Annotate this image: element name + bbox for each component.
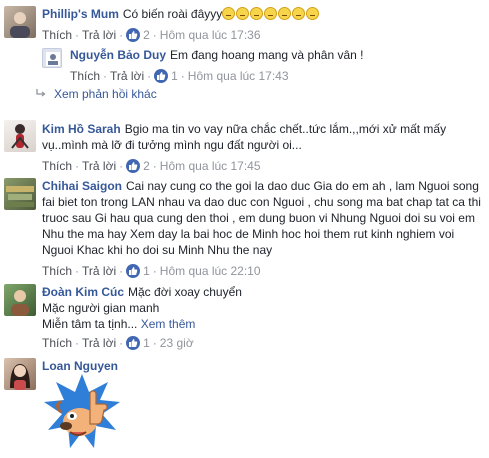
avatar-photo-icon (6, 186, 34, 207)
reply-button[interactable]: Trả lời (82, 336, 116, 350)
comment-text: Có biến roài đâyyy (122, 7, 223, 21)
reply-button[interactable]: Trả lời (82, 264, 116, 278)
comment-line-3: Miễn tâm ta tịnh... (42, 317, 138, 331)
reply-button[interactable]: Trả lời (110, 69, 144, 83)
like-button[interactable]: Thích (42, 159, 72, 173)
avatar[interactable] (42, 48, 62, 68)
thinking-emoji-icon (236, 7, 250, 20)
like-count[interactable]: 1 (143, 264, 150, 278)
comment-kim-ho-sarah: Kim Hồ Sarah Bgio ma tin vo vay nữa chắc … (0, 116, 489, 174)
avatar[interactable] (4, 6, 36, 38)
avatar-photo-icon (10, 12, 30, 38)
avatar-photo-icon (10, 364, 30, 390)
commenter-name[interactable]: Kim Hồ Sarah (42, 122, 121, 136)
timestamp[interactable]: Hôm qua lúc 17:45 (160, 159, 261, 173)
timestamp[interactable]: Hôm qua lúc 17:36 (160, 28, 261, 42)
like-count-icon[interactable] (126, 28, 141, 42)
commenter-name[interactable]: Phillip's Mum (42, 7, 119, 21)
see-more-link[interactable]: Xem thêm (141, 317, 196, 331)
commenter-name[interactable]: Chihai Saigon (42, 179, 122, 193)
like-count[interactable]: 2 (143, 159, 150, 173)
commenter-name[interactable]: Nguyễn Bảo Duy (70, 48, 166, 62)
comment-line-1: Mặc đời xoay chuyển (128, 285, 242, 299)
commenter-name[interactable]: Loan Nguyen (42, 359, 118, 373)
sticker-image (44, 374, 120, 448)
timestamp[interactable]: Hôm qua lúc 17:43 (188, 69, 289, 83)
like-count[interactable]: 1 (171, 69, 178, 83)
emoji-row (222, 7, 320, 21)
thinking-emoji-icon (292, 7, 306, 20)
avatar[interactable] (4, 284, 36, 316)
view-more-replies-label[interactable]: Xem phản hồi khác (54, 87, 157, 101)
thinking-emoji-icon (222, 7, 236, 20)
comment-chihai-saigon: Chihai Saigon Cai nay cung co the goi la … (0, 174, 489, 278)
thinking-emoji-icon (306, 7, 320, 20)
reply-nguyen-bao-duy: Nguyễn Bảo Duy Em đang hoang mang và phân… (0, 44, 489, 84)
comment-actions: Thích · Trả lời · 1 · Hôm qua lúc 17:43 (70, 69, 289, 83)
like-count[interactable]: 1 (143, 336, 150, 350)
like-count-icon[interactable] (126, 336, 141, 350)
comment-line-2: Mặc người gian manh (42, 301, 160, 315)
timestamp[interactable]: Hôm qua lúc 22:10 (160, 264, 261, 278)
thumbs-up-dog-sticker[interactable] (42, 372, 122, 452)
comment-actions: Thích · Trả lời · 1 · 23 giờ (42, 336, 194, 350)
like-button[interactable]: Thích (42, 28, 72, 42)
reply-button[interactable]: Trả lời (82, 159, 116, 173)
commenter-name[interactable]: Đoàn Kim Cúc (42, 285, 124, 299)
like-count-icon[interactable] (126, 264, 141, 278)
thinking-emoji-icon (250, 7, 264, 20)
reply-arrow-icon (36, 86, 46, 102)
comment-doan-kim-cuc: Đoàn Kim Cúc Mặc đời xoay chuyển Mặc ngườ… (0, 282, 489, 352)
comment-phillips-mum: Phillip's Mum Có biến roài đâyyy Thích · Tr… (0, 0, 489, 44)
avatar[interactable] (4, 358, 36, 390)
avatar-photo-icon (46, 52, 60, 66)
like-count[interactable]: 2 (143, 28, 150, 42)
avatar-photo-icon (11, 124, 29, 149)
like-button[interactable]: Thích (42, 336, 72, 350)
like-count-icon[interactable] (126, 159, 141, 173)
avatar[interactable] (4, 120, 36, 152)
avatar-photo-icon (11, 290, 29, 316)
view-more-replies-link[interactable]: Xem phản hồi khác (36, 86, 157, 102)
thinking-emoji-icon (264, 7, 278, 20)
avatar[interactable] (4, 178, 36, 210)
like-count-icon[interactable] (154, 69, 169, 83)
comment-actions: Thích · Trả lời · 2 · Hôm qua lúc 17:36 (42, 28, 261, 42)
comment-actions: Thích · Trả lời · 2 · Hôm qua lúc 17:45 (42, 159, 261, 173)
comment-text: Em đang hoang mang và phân vân ! (170, 48, 364, 62)
timestamp[interactable]: 23 giờ (160, 336, 194, 350)
like-button[interactable]: Thích (70, 69, 100, 83)
like-button[interactable]: Thích (42, 264, 72, 278)
reply-button[interactable]: Trả lời (82, 28, 116, 42)
thinking-emoji-icon (278, 7, 292, 20)
comment-actions: Thích · Trả lời · 1 · Hôm qua lúc 22:10 (42, 264, 261, 278)
